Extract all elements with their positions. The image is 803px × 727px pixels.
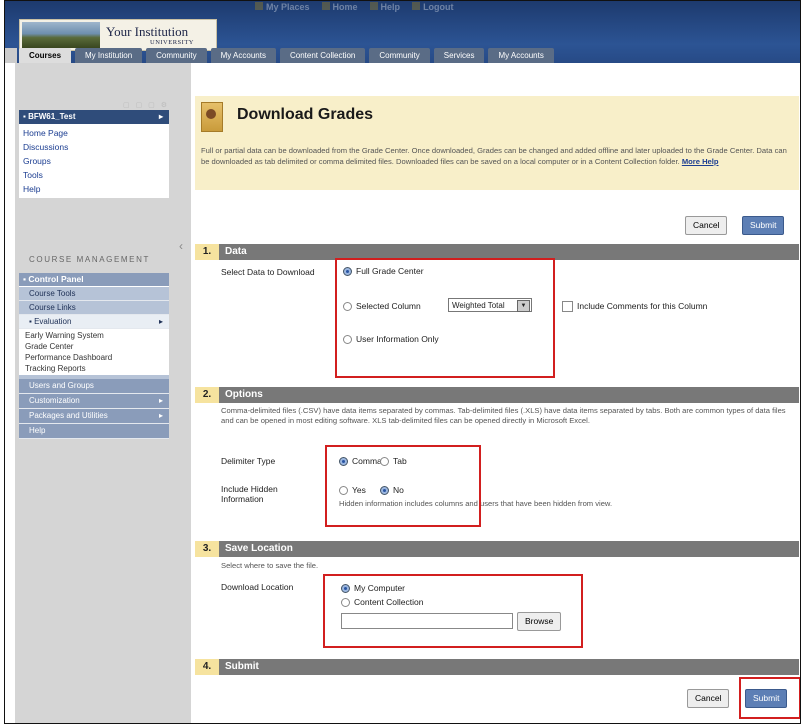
chevron-right-icon: ▸	[158, 317, 163, 326]
save-location-description: Select where to save the file.	[221, 561, 319, 570]
delimiter-type-label: Delimiter Type	[221, 456, 276, 466]
control-item-users-groups[interactable]: Users and Groups	[19, 379, 169, 394]
window-frame: Your Institution UNIVERSITY My Places Ho…	[4, 0, 801, 724]
main-tabs: Courses My Institution Community My Acco…	[19, 48, 558, 63]
campus-photo	[22, 22, 100, 48]
grades-icon	[201, 102, 223, 132]
section-options-header: 2. Options	[195, 387, 799, 403]
course-management-label: COURSE MANAGEMENT	[29, 255, 150, 264]
include-hidden-label: Include Hidden Information	[221, 484, 278, 504]
control-item-course-links[interactable]: Course Links	[19, 301, 169, 315]
evaluation-submenu: Early Warning System Grade Center Perfor…	[19, 329, 169, 375]
cancel-button-top[interactable]: Cancel	[685, 216, 728, 235]
highlight-delimiter-options	[325, 445, 481, 527]
download-location-label: Download Location	[221, 582, 294, 592]
highlight-data-options	[335, 258, 555, 378]
eval-item-early-warning[interactable]: Early Warning System	[25, 330, 163, 341]
include-comments-label: Include Comments for this Column	[577, 301, 708, 311]
top-link-logout[interactable]: Logout	[412, 2, 454, 12]
institution-name: Your Institution	[106, 24, 189, 39]
sidebar-link-discussions[interactable]: Discussions	[23, 140, 165, 154]
chevron-right-icon: ▸	[158, 112, 163, 121]
tab-content-collection[interactable]: Content Collection	[279, 48, 366, 63]
include-comments-checkbox[interactable]	[562, 301, 573, 312]
tab-edge	[5, 48, 17, 63]
course-links: Home Page Discussions Groups Tools Help	[19, 124, 169, 198]
tab-community-2[interactable]: Community	[369, 48, 430, 63]
home-icon	[321, 2, 330, 10]
highlight-submit-button	[739, 677, 800, 719]
tab-my-accounts[interactable]: My Accounts	[210, 48, 276, 63]
top-links: My Places Home Help Logout	[255, 1, 454, 13]
course-menu: ▢ ▢ ▢ ⚙ ▪ BFW61_Test ▸ Home Page Discussi…	[19, 101, 169, 198]
top-link-my-places[interactable]: My Places	[255, 2, 310, 12]
control-item-evaluation[interactable]: ▪ Evaluation ▸	[19, 315, 169, 329]
places-icon	[255, 2, 263, 10]
chevron-right-icon: ▸	[158, 411, 163, 420]
course-title[interactable]: ▪ BFW61_Test ▸	[19, 110, 169, 124]
eval-item-performance-dashboard[interactable]: Performance Dashboard	[25, 352, 163, 363]
sidebar-link-home-page[interactable]: Home Page	[23, 126, 165, 140]
eval-item-tracking-reports[interactable]: Tracking Reports	[25, 363, 163, 374]
top-link-home[interactable]: Home	[321, 2, 358, 12]
institution-logo[interactable]: Your Institution UNIVERSITY	[19, 19, 217, 51]
control-panel: ▪ Control Panel Course Tools Course Link…	[19, 273, 169, 439]
eval-item-grade-center[interactable]: Grade Center	[25, 341, 163, 352]
section-submit-header: 4. Submit	[195, 659, 799, 675]
top-header: Your Institution UNIVERSITY My Places Ho…	[5, 1, 800, 63]
section-save-location-header: 3. Save Location	[195, 541, 799, 557]
control-item-course-tools[interactable]: Course Tools	[19, 287, 169, 301]
tab-my-institution[interactable]: My Institution	[75, 48, 143, 63]
select-data-label: Select Data to Download	[221, 267, 315, 277]
control-panel-header[interactable]: ▪ Control Panel	[19, 273, 169, 287]
course-menu-tool-icons[interactable]: ▢ ▢ ▢ ⚙	[19, 101, 169, 110]
cancel-button-bottom[interactable]: Cancel	[687, 689, 730, 708]
logout-icon	[412, 2, 421, 10]
tab-community[interactable]: Community	[146, 48, 207, 63]
control-item-customization[interactable]: Customization ▸	[19, 394, 169, 409]
page-title: Download Grades	[237, 106, 374, 123]
control-item-packages-utilities[interactable]: Packages and Utilities ▸	[19, 409, 169, 424]
tab-services[interactable]: Services	[433, 48, 485, 63]
help-icon	[369, 2, 378, 10]
chevron-right-icon: ▸	[158, 396, 163, 405]
sidebar-link-help[interactable]: Help	[23, 182, 165, 196]
control-item-help[interactable]: Help	[19, 424, 169, 439]
options-description: Comma-delimited files (.CSV) have data i…	[221, 406, 786, 425]
page-instructions: Full or partial data can be downloaded f…	[195, 141, 799, 190]
submit-button-top[interactable]: Submit	[742, 216, 785, 235]
highlight-save-location	[323, 574, 583, 648]
more-help-link[interactable]: More Help	[682, 157, 719, 166]
tab-courses[interactable]: Courses	[19, 48, 72, 63]
page-header: Download Grades	[195, 96, 799, 141]
sidebar-link-groups[interactable]: Groups	[23, 154, 165, 168]
university-label: UNIVERSITY	[150, 39, 194, 46]
top-link-help[interactable]: Help	[369, 2, 400, 12]
tab-my-accounts-2[interactable]: My Accounts	[488, 48, 554, 63]
collapse-sidebar-icon[interactable]: ‹	[179, 239, 183, 253]
sidebar-link-tools[interactable]: Tools	[23, 168, 165, 182]
